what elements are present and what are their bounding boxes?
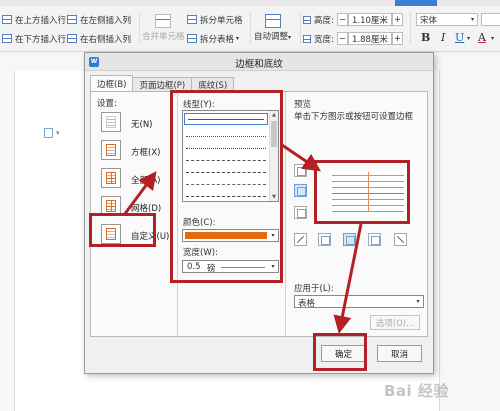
arrow-to-ok bbox=[333, 223, 363, 334]
baidu-jingyan-watermark: Bai 经验 bbox=[384, 382, 449, 400]
annotation-arrows bbox=[122, 143, 363, 334]
arrow-to-custom bbox=[122, 171, 157, 216]
arrow-to-preview bbox=[281, 143, 321, 172]
